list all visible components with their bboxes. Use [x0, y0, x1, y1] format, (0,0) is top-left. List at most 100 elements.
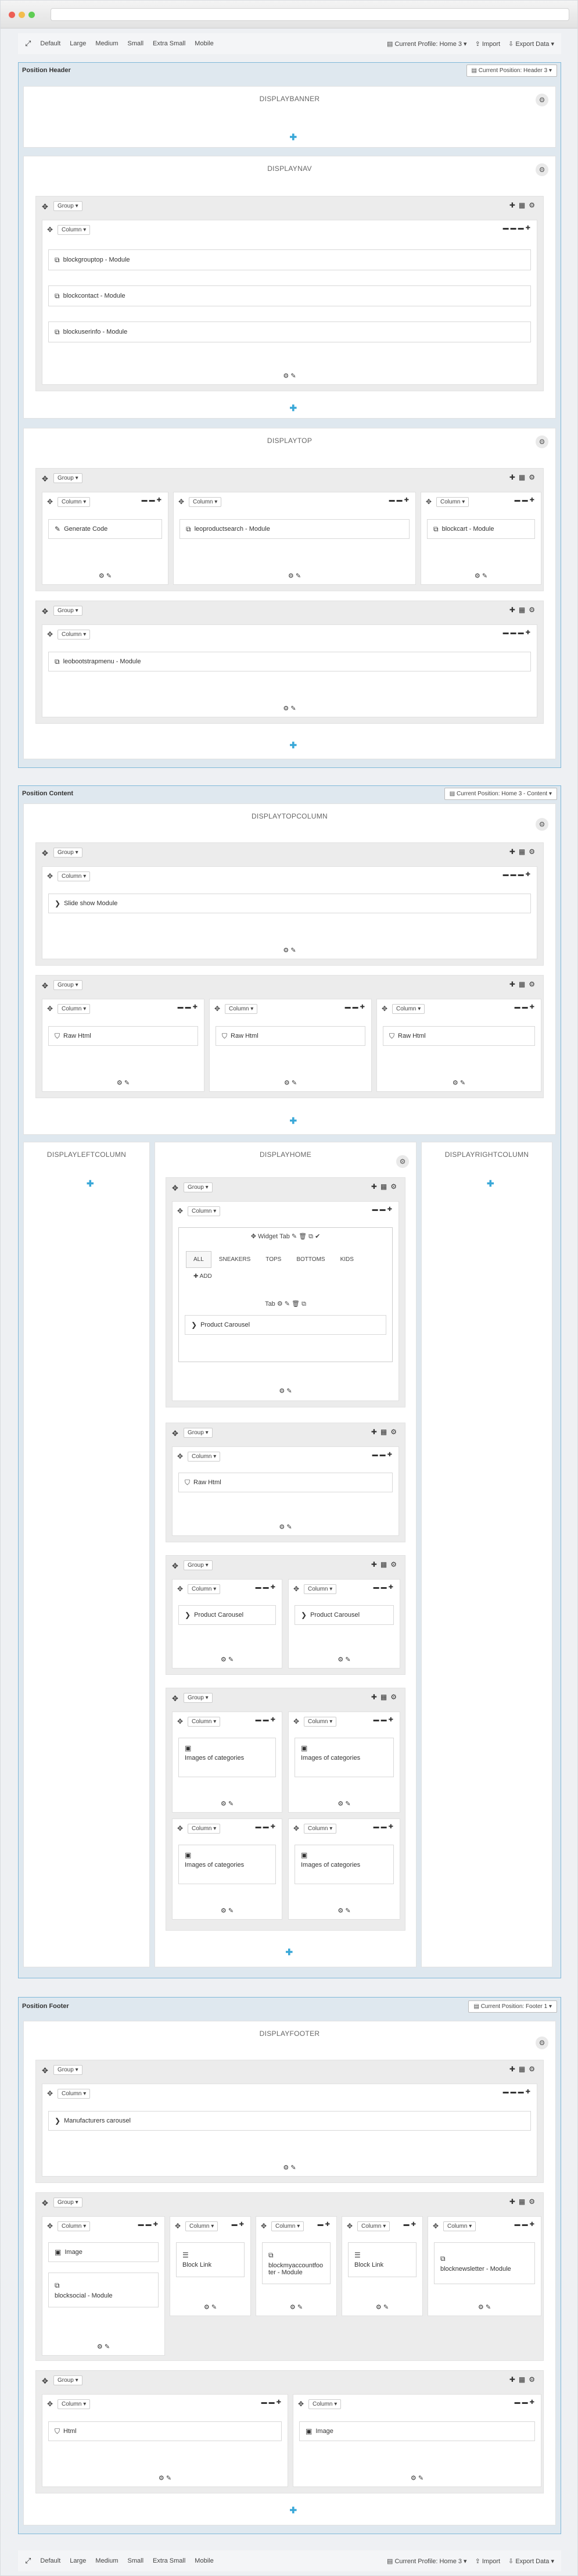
move-icon[interactable]: ✥	[47, 630, 53, 638]
column-footer-icons[interactable]: ⚙ ✎	[173, 1907, 282, 1914]
column-dropdown[interactable]: Column ▾	[58, 225, 91, 235]
column-footer-icons[interactable]: ⚙ ✎	[293, 2474, 541, 2482]
html-widget[interactable]: ⛉ Raw Html	[178, 1473, 393, 1492]
gear-icon[interactable]: ⚙	[396, 1155, 409, 1168]
move-icon[interactable]: ✥	[172, 1694, 178, 1703]
move-icon[interactable]: ✥	[261, 2222, 267, 2230]
move-icon[interactable]: ✥	[347, 2222, 353, 2230]
html-widget[interactable]: ⛉ Raw Html	[383, 1026, 535, 1046]
maximize-dot-icon[interactable]	[28, 12, 35, 18]
move-icon[interactable]: ✥	[177, 1717, 183, 1725]
group-tools[interactable]: ✚▦⚙	[371, 1560, 400, 1569]
column-dropdown[interactable]: Column ▾	[271, 2221, 304, 2231]
column-footer-icons[interactable]: ⚙ ✎	[289, 1800, 400, 1807]
column-tools[interactable]: ▬▬✚	[374, 1584, 395, 1591]
column-dropdown[interactable]: Column ▾	[392, 1004, 425, 1014]
add-group-icon[interactable]: ✚	[487, 1178, 494, 1189]
group-dropdown[interactable]: Group ▾	[184, 1182, 213, 1192]
group-dropdown[interactable]: Group ▾	[53, 980, 82, 990]
add-group-icon[interactable]: ✚	[290, 1116, 297, 1126]
column-footer-icons[interactable]: ⚙ ✎	[42, 946, 537, 954]
module-widget[interactable]: ⧉ leobootstrapmenu - Module	[48, 652, 531, 671]
column-tools[interactable]: ▬▬▬✚	[503, 2089, 532, 2095]
profile-button[interactable]: ▤ Current Profile: Home 3 ▾	[387, 40, 467, 48]
module-widget[interactable]: ❯ Slide show Module	[48, 894, 531, 913]
minimize-dot-icon[interactable]	[19, 12, 25, 18]
move-icon[interactable]: ✥	[42, 474, 48, 484]
size-medium[interactable]: Medium	[95, 40, 118, 47]
column-footer-icons[interactable]: ⚙ ✎	[42, 705, 537, 712]
column-tools[interactable]: ▬▬✚	[138, 2221, 160, 2228]
move-icon[interactable]: ✥	[177, 1207, 183, 1215]
group-tools[interactable]: ✚▦⚙	[509, 201, 538, 209]
group-dropdown[interactable]: Group ▾	[184, 1560, 213, 1570]
group-dropdown[interactable]: Group ▾	[184, 1693, 213, 1703]
group-tools[interactable]: ✚▦⚙	[509, 606, 538, 614]
move-icon[interactable]: ✥	[42, 849, 48, 858]
move-icon[interactable]: ✥	[47, 2222, 53, 2230]
move-icon[interactable]: ✥	[177, 1824, 183, 1832]
export-button[interactable]: ⇩ Export Data ▾	[508, 2557, 554, 2565]
move-icon[interactable]: ✥	[433, 2222, 439, 2230]
column-dropdown[interactable]: Column ▾	[58, 2221, 91, 2231]
move-icon[interactable]: ✥	[177, 1585, 183, 1593]
size-medium[interactable]: Medium	[95, 2557, 118, 2564]
column-footer-icons[interactable]: ⚙ ✎	[428, 2303, 541, 2311]
tab-all[interactable]: ALL	[186, 1251, 211, 1268]
add-group-icon[interactable]: ✚	[290, 403, 297, 413]
size-default[interactable]: Default	[40, 2557, 60, 2564]
move-icon[interactable]: ✥	[426, 498, 432, 506]
move-icon[interactable]: ✥	[298, 2400, 304, 2408]
column-dropdown[interactable]: Column ▾	[58, 1004, 91, 1014]
move-icon[interactable]: ✥	[178, 498, 184, 506]
column-tools[interactable]: ▬▬✚	[374, 1824, 395, 1830]
group-tools[interactable]: ✚▦⚙	[371, 1693, 400, 1701]
move-icon[interactable]: ✥	[42, 2377, 48, 2386]
column-tools[interactable]: ▬✚	[404, 2221, 418, 2228]
group-tools[interactable]: ✚▦⚙	[509, 848, 538, 856]
group-dropdown[interactable]: Group ▾	[53, 2198, 82, 2207]
move-icon[interactable]: ✥	[382, 1005, 387, 1013]
column-footer-icons[interactable]: ⚙ ✎	[173, 1523, 399, 1531]
group-dropdown[interactable]: Group ▾	[53, 2065, 82, 2075]
export-button[interactable]: ⇩ Export Data ▾	[508, 40, 554, 48]
group-tools[interactable]: ✚▦⚙	[371, 1182, 400, 1191]
size-mobile[interactable]: Mobile	[195, 40, 213, 47]
module-widget[interactable]: ⧉ blockcontact - Module	[48, 285, 531, 306]
column-dropdown[interactable]: Column ▾	[188, 1584, 221, 1594]
gear-icon[interactable]: ⚙	[536, 818, 548, 831]
column-tools[interactable]: ▬▬✚	[256, 1717, 277, 1723]
column-dropdown[interactable]: Column ▾	[188, 1206, 221, 1216]
move-icon[interactable]: ✥	[47, 2400, 53, 2408]
column-footer-icons[interactable]: ⚙ ✎	[210, 1079, 371, 1087]
column-tools[interactable]: ▬✚	[232, 2221, 246, 2228]
move-icon[interactable]: ✥	[42, 202, 48, 212]
move-icon[interactable]: ✥	[47, 2089, 53, 2098]
add-group-icon[interactable]: ✚	[290, 740, 297, 751]
column-dropdown[interactable]: Column ▾	[58, 497, 91, 507]
column-footer-icons[interactable]: ⚙ ✎	[289, 1656, 400, 1663]
size-large[interactable]: Large	[70, 40, 86, 47]
module-widget[interactable]: ⧉ blockmyaccountfooter - Module	[262, 2242, 331, 2284]
move-icon[interactable]: ✥	[47, 872, 53, 880]
size-default[interactable]: Default	[40, 40, 60, 47]
column-dropdown[interactable]: Column ▾	[357, 2221, 390, 2231]
carousel-widget[interactable]: ❯ Manufacturers carousel	[48, 2111, 531, 2131]
add-group-icon[interactable]: ✚	[290, 2505, 297, 2516]
column-footer-icons[interactable]: ⚙ ✎	[42, 572, 168, 580]
html-widget[interactable]: ⛉ Raw Html	[216, 1026, 365, 1046]
column-dropdown[interactable]: Column ▾	[58, 2089, 91, 2099]
html-widget[interactable]: ⛉ Raw Html	[48, 1026, 198, 1046]
profile-button[interactable]: ▤ Current Profile: Home 3 ▾	[387, 2557, 467, 2565]
column-tools[interactable]: ▬▬✚	[515, 2399, 536, 2406]
column-footer-icons[interactable]: ⚙ ✎	[42, 1079, 204, 1087]
image-widget[interactable]: ▣ Image	[299, 2421, 535, 2441]
column-footer-icons[interactable]: ⚙ ✎	[256, 2303, 336, 2311]
address-bar[interactable]	[51, 8, 569, 21]
image-widget[interactable]: ▣ Image	[48, 2242, 159, 2262]
column-footer-icons[interactable]: ⚙ ✎	[173, 1656, 282, 1663]
group-tools[interactable]: ✚▦⚙	[509, 473, 538, 481]
add-group-icon[interactable]: ✚	[286, 1947, 293, 1957]
resize-icon[interactable]: ⤢	[25, 2556, 31, 2566]
move-icon[interactable]: ✥	[214, 1005, 220, 1013]
